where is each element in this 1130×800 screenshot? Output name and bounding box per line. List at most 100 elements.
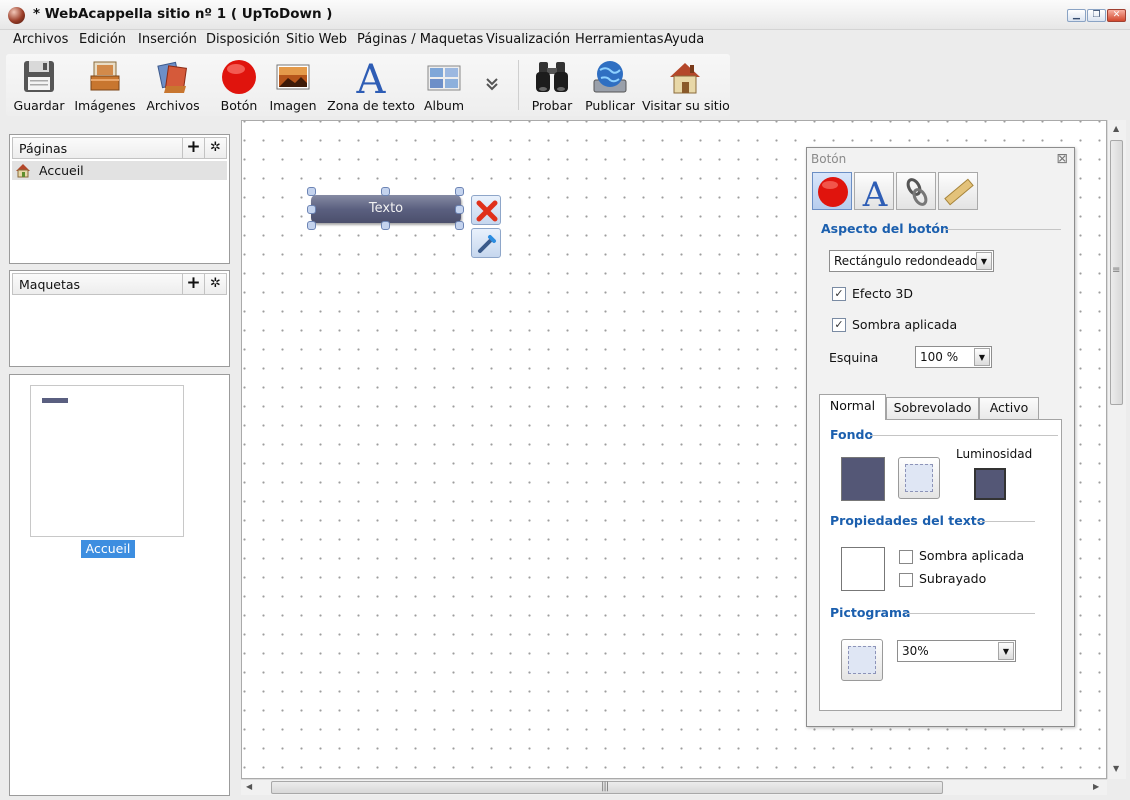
gear-icon[interactable]: ✲ <box>204 138 226 158</box>
section-divider <box>977 521 1035 522</box>
imagenes-button[interactable]: Imágenes <box>74 54 136 116</box>
visitar-button[interactable]: Visitar su sitio <box>642 54 730 116</box>
wand-icon <box>478 235 496 253</box>
minimize-icon[interactable]: ▁ <box>1067 9 1086 22</box>
chevron-down-icon[interactable]: ▼ <box>998 642 1014 660</box>
scroll-down-icon[interactable]: ▼ <box>1113 764 1119 773</box>
chain-link-icon <box>906 178 928 206</box>
tab-sobrevolado[interactable]: Sobrevolado <box>886 397 979 419</box>
corner-select[interactable]: 100 % ▼ <box>915 346 992 368</box>
delete-x-icon <box>476 200 498 222</box>
vertical-scrollbar[interactable]: ▲ ≡ ▼ <box>1107 120 1126 779</box>
section-divider <box>907 613 1035 614</box>
probar-button[interactable]: Probar <box>526 54 578 116</box>
shadow-label: Sombra aplicada <box>852 317 958 332</box>
scroll-up-icon[interactable]: ▲ <box>1113 124 1119 133</box>
thumbnail-label[interactable]: Accueil <box>81 540 135 558</box>
resize-handle[interactable] <box>455 221 464 230</box>
album-button[interactable]: Album <box>420 54 468 116</box>
gear-icon[interactable]: ✲ <box>204 274 226 294</box>
guardar-button[interactable]: Guardar <box>10 54 68 116</box>
tab-content-normal: Fondo Luminosidad Propiedades del texto … <box>819 419 1062 711</box>
grip-icon: ||| <box>601 781 609 792</box>
text-a-icon: A <box>356 58 387 96</box>
globe-monitor-icon <box>593 61 627 93</box>
close-icon[interactable]: ✕ <box>1107 9 1126 22</box>
more-tools-button[interactable] <box>480 54 504 116</box>
house-icon <box>670 63 700 94</box>
page-item-label: Accueil <box>39 163 84 178</box>
menu-insercion[interactable]: Inserción <box>138 32 197 47</box>
menu-paginas-maquetas[interactable]: Páginas / Maquetas <box>357 32 483 47</box>
add-layout-button[interactable]: + <box>182 274 204 294</box>
menu-visualizacion[interactable]: Visualización <box>486 32 570 47</box>
preview-panel: Accueil <box>9 374 230 796</box>
image-placeholder-icon <box>848 646 876 674</box>
add-page-button[interactable]: + <box>182 138 204 158</box>
shadow-checkbox[interactable]: ✓ <box>832 318 846 332</box>
more-chevron-icon <box>486 78 498 91</box>
vertical-scroll-thumb[interactable]: ≡ <box>1110 140 1123 405</box>
background-color-swatch[interactable] <box>841 457 885 501</box>
publicar-button[interactable]: Publicar <box>582 54 638 116</box>
publicar-label: Publicar <box>585 98 635 113</box>
picture-icon <box>276 64 310 90</box>
close-icon[interactable]: ⊠ <box>1056 151 1068 167</box>
red-button-icon <box>818 177 848 207</box>
zona-texto-button[interactable]: A Zona de texto <box>326 54 416 116</box>
chevron-down-icon[interactable]: ▼ <box>976 252 992 270</box>
horizontal-scrollbar[interactable]: ◀ ||| ▶ <box>241 779 1107 795</box>
text-tab[interactable]: A <box>854 172 894 210</box>
pictogram-image-button[interactable] <box>841 639 883 681</box>
canvas-button-element[interactable]: Texto <box>311 195 461 223</box>
resize-handle[interactable] <box>455 205 464 214</box>
maximize-icon[interactable]: ❐ <box>1087 9 1106 22</box>
underline-checkbox[interactable] <box>899 573 913 587</box>
page-item-accueil[interactable]: Accueil <box>12 161 227 180</box>
menu-sitio-web[interactable]: Sitio Web <box>286 32 347 47</box>
scroll-left-icon[interactable]: ◀ <box>246 782 252 791</box>
link-tab[interactable] <box>896 172 936 210</box>
menu-ayuda[interactable]: Ayuda <box>664 32 704 47</box>
menu-archivos[interactable]: Archivos <box>13 32 68 47</box>
size-tab[interactable] <box>938 172 978 210</box>
archivos-button[interactable]: Archivos <box>142 54 204 116</box>
layouts-panel-header: Maquetas + ✲ <box>12 273 227 295</box>
button-style-tab[interactable] <box>812 172 852 210</box>
menu-disposicion[interactable]: Disposición <box>206 32 280 47</box>
album-icon <box>427 65 461 91</box>
boton-button[interactable]: Botón <box>212 54 266 116</box>
menu-edicion[interactable]: Edición <box>79 32 126 47</box>
scroll-right-icon[interactable]: ▶ <box>1093 782 1099 791</box>
menu-herramientas[interactable]: Herramientas <box>575 32 664 47</box>
page-thumbnail[interactable] <box>30 385 184 537</box>
pictogram-size-value: 30% <box>902 644 929 658</box>
red-button-icon <box>222 60 256 94</box>
imagen-button[interactable]: Imagen <box>268 54 318 116</box>
resize-handle[interactable] <box>455 187 464 196</box>
resize-handle[interactable] <box>307 221 316 230</box>
resize-handle[interactable] <box>307 205 316 214</box>
text-shadow-checkbox[interactable] <box>899 550 913 564</box>
imagen-label: Imagen <box>269 98 317 113</box>
section-divider <box>945 229 1061 230</box>
ruler-icon <box>944 178 974 206</box>
window-title: * WebAcappella sitio nº 1 ( UpToDown ) <box>33 6 333 22</box>
chevron-down-icon[interactable]: ▼ <box>974 348 990 366</box>
app-icon[interactable] <box>8 7 25 24</box>
edit-element-button[interactable] <box>471 228 501 258</box>
effect-3d-checkbox[interactable]: ✓ <box>832 287 846 301</box>
tab-activo[interactable]: Activo <box>979 397 1039 419</box>
resize-handle[interactable] <box>381 187 390 196</box>
luminosity-swatch[interactable] <box>974 468 1006 500</box>
resize-handle[interactable] <box>381 221 390 230</box>
image-placeholder-icon <box>905 464 933 492</box>
delete-element-button[interactable] <box>471 195 501 225</box>
text-color-swatch[interactable] <box>841 547 885 591</box>
tab-normal[interactable]: Normal <box>819 394 886 420</box>
resize-handle[interactable] <box>307 187 316 196</box>
shape-select[interactable]: Rectángulo redondeado ▼ <box>829 250 994 272</box>
horizontal-scroll-thumb[interactable]: ||| <box>271 781 943 794</box>
pictogram-size-select[interactable]: 30% ▼ <box>897 640 1016 662</box>
background-image-button[interactable] <box>898 457 940 499</box>
